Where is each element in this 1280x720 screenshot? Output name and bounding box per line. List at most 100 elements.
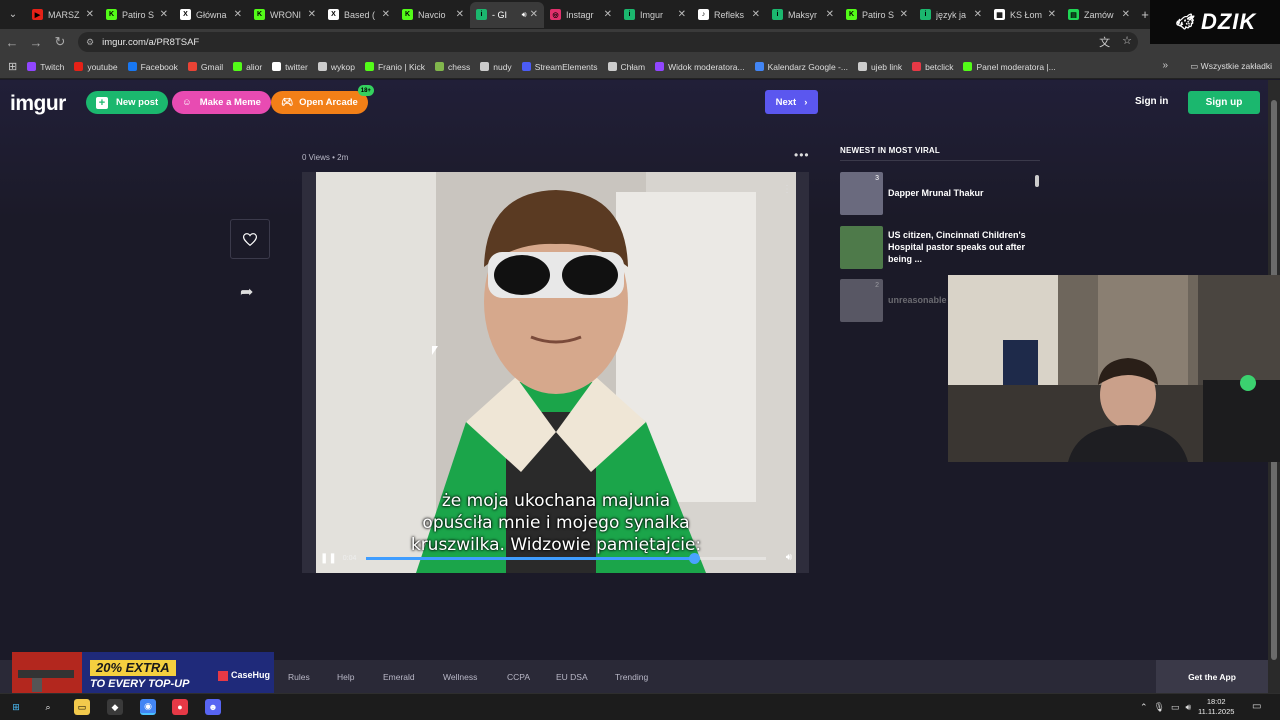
sign-up-button[interactable]: Sign up bbox=[1188, 91, 1260, 114]
bookmark-item[interactable]: Panel moderatora |... bbox=[963, 62, 1056, 72]
bookmark-item[interactable]: youtube bbox=[74, 62, 118, 72]
file-explorer-icon[interactable]: ▭ bbox=[74, 699, 90, 715]
tab-close-icon[interactable]: ✕ bbox=[826, 9, 834, 20]
browser-tab[interactable]: K Patiro S ✕ bbox=[840, 2, 914, 28]
forward-icon[interactable]: → bbox=[24, 35, 48, 50]
tab-search-chevron-icon[interactable]: ⌄ bbox=[0, 0, 26, 29]
network-icon[interactable]: ▭ bbox=[1171, 702, 1180, 713]
tab-close-icon[interactable]: ✕ bbox=[1048, 9, 1056, 20]
bookmark-star-icon[interactable]: ☆ bbox=[1122, 34, 1132, 50]
tab-close-icon[interactable]: ✕ bbox=[752, 9, 760, 20]
video-player[interactable]: ⋮ że moja ukochana majunia opuściła mnie… bbox=[316, 172, 796, 573]
back-icon[interactable]: ← bbox=[0, 35, 24, 50]
tab-close-icon[interactable]: ✕ bbox=[308, 9, 316, 20]
browser-tab[interactable]: K WRONI ✕ bbox=[248, 2, 322, 28]
bookmark-item[interactable]: Twitch bbox=[27, 62, 64, 72]
footer-link-trending[interactable]: Trending bbox=[615, 672, 648, 682]
app-icon[interactable]: ◆ bbox=[107, 699, 123, 715]
browser-tab[interactable]: K Navcio ✕ bbox=[396, 2, 470, 28]
bookmark-item[interactable]: alior bbox=[233, 62, 262, 72]
tab-close-icon[interactable]: ✕ bbox=[1122, 9, 1130, 20]
favorite-button[interactable] bbox=[230, 219, 270, 259]
bookmark-item[interactable]: ujeb link bbox=[857, 62, 902, 72]
pause-icon[interactable]: ❚❚ bbox=[320, 553, 337, 564]
more-bookmarks-chevron-icon[interactable]: » bbox=[1162, 60, 1168, 71]
tab-close-icon[interactable]: ✕ bbox=[456, 9, 464, 20]
casehug-ad-banner[interactable]: 20% EXTRA TO EVERY TOP-UP CaseHug bbox=[12, 652, 274, 698]
browser-tab[interactable]: K Patiro S ✕ bbox=[100, 2, 174, 28]
next-post-button[interactable]: Next › bbox=[765, 90, 818, 114]
obs-icon[interactable]: ● bbox=[172, 699, 188, 715]
make-meme-button[interactable]: ☺ Make a Meme bbox=[172, 91, 271, 114]
video-more-icon[interactable]: ⋮ bbox=[782, 184, 792, 195]
browser-tab[interactable]: i Maksyr ✕ bbox=[766, 2, 840, 28]
browser-tab[interactable]: ▶ MARSZ ✕ bbox=[26, 2, 100, 28]
bookmark-item[interactable]: Franio | Kick bbox=[364, 62, 425, 72]
tab-close-icon[interactable]: ✕ bbox=[678, 9, 686, 20]
plus-square-icon: + bbox=[96, 96, 108, 109]
bookmark-item[interactable]: wykop bbox=[317, 62, 355, 72]
tab-close-icon[interactable]: ✕ bbox=[974, 9, 982, 20]
tab-close-icon[interactable]: ✕ bbox=[234, 9, 242, 20]
all-bookmarks-folder[interactable]: ▭ Wszystkie zakładki bbox=[1190, 61, 1272, 72]
tab-close-icon[interactable]: ✕ bbox=[604, 9, 612, 20]
browser-tab[interactable]: i - GI 🔊︎ ✕ bbox=[470, 1, 544, 28]
bookmark-item[interactable]: Chłam bbox=[607, 62, 645, 72]
tab-close-icon[interactable]: ✕ bbox=[86, 9, 94, 20]
site-info-icon[interactable]: ⚙ bbox=[86, 37, 94, 48]
video-progress-bar[interactable] bbox=[366, 553, 766, 564]
sign-in-link[interactable]: Sign in bbox=[1135, 96, 1168, 107]
footer-link-emerald[interactable]: Emerald bbox=[383, 672, 415, 682]
bookmark-item[interactable]: Facebook bbox=[127, 62, 178, 72]
system-clock[interactable]: 18:02 11.11.2025 bbox=[1198, 697, 1234, 717]
footer-link-eu-dsa[interactable]: EU DSA bbox=[556, 672, 588, 682]
bookmark-item[interactable]: chess bbox=[435, 62, 470, 72]
volume-icon[interactable]: 🔊︎ bbox=[786, 552, 792, 563]
tab-close-icon[interactable]: ✕ bbox=[900, 9, 908, 20]
footer-link-rules[interactable]: Rules bbox=[288, 672, 310, 682]
browser-tab[interactable]: X Główna ✕ bbox=[174, 2, 248, 28]
browser-tab[interactable]: i język ja ✕ bbox=[914, 2, 988, 28]
discord-icon[interactable]: ☻ bbox=[205, 699, 221, 715]
bookmark-item[interactable]: Kalendarz Google -... bbox=[754, 62, 848, 72]
tab-close-icon[interactable]: ✕ bbox=[382, 9, 390, 20]
bookmark-item[interactable]: StreamElements bbox=[521, 62, 598, 72]
bookmark-item[interactable]: twitter bbox=[272, 62, 308, 72]
open-arcade-button[interactable]: 🎮︎ Open Arcade 18+ bbox=[271, 85, 374, 114]
browser-tab[interactable]: ▤ Zamów ✕ bbox=[1062, 2, 1136, 28]
translate-icon[interactable]: 文 bbox=[1099, 34, 1110, 50]
tab-audio-icon[interactable]: 🔊︎ bbox=[522, 10, 527, 20]
browser-tab[interactable]: i Imgur ✕ bbox=[618, 2, 692, 28]
tab-close-icon[interactable]: ✕ bbox=[160, 9, 168, 20]
more-options-icon[interactable]: ••• bbox=[794, 148, 810, 162]
footer-link-ccpa[interactable]: CCPA bbox=[507, 672, 530, 682]
speaker-icon[interactable]: 🔊︎ bbox=[1186, 702, 1192, 713]
tab-close-icon[interactable]: ✕ bbox=[530, 9, 538, 20]
notification-icon[interactable]: ▭ bbox=[1252, 701, 1261, 712]
address-bar[interactable]: ⚙ imgur.com/a/PR8TSAF bbox=[78, 32, 1138, 52]
browser-tab[interactable]: ▦ KS Łom ✕ bbox=[988, 2, 1062, 28]
browser-tab[interactable]: ◎ Instagr ✕ bbox=[544, 2, 618, 28]
search-icon[interactable]: ⌕ bbox=[40, 699, 56, 715]
new-post-button[interactable]: + New post bbox=[86, 91, 169, 114]
microphone-icon[interactable]: 🎙︎ bbox=[1154, 702, 1165, 713]
viral-post-item[interactable]: US citizen, Cincinnati Children's Hospit… bbox=[840, 226, 1040, 269]
bookmark-item[interactable]: betclick bbox=[912, 62, 953, 72]
bookmark-item[interactable]: nudy bbox=[480, 62, 512, 72]
browser-tab[interactable]: X Based (✕ bbox=[322, 2, 396, 28]
tray-chevron-icon[interactable]: ⌃ bbox=[1140, 702, 1148, 713]
apps-grid-icon[interactable]: ⊞ bbox=[8, 60, 17, 73]
reload-icon[interactable]: ↻ bbox=[48, 34, 72, 50]
bookmark-item[interactable]: Gmail bbox=[187, 62, 223, 72]
windows-start-icon[interactable]: ⊞ bbox=[8, 699, 24, 715]
viral-post-item[interactable]: 3 Dapper Mrunal Thakur bbox=[840, 172, 1040, 215]
footer-link-help[interactable]: Help bbox=[337, 672, 354, 682]
get-app-button[interactable]: Get the App bbox=[1156, 660, 1268, 693]
share-arrow-icon[interactable]: ➦ bbox=[240, 282, 253, 302]
imgur-logo[interactable]: imgur bbox=[10, 92, 66, 116]
bookmark-item[interactable]: Widok moderatora... bbox=[655, 62, 745, 72]
footer-link-wellness[interactable]: Wellness bbox=[443, 672, 477, 682]
chrome-icon[interactable]: ◉ bbox=[140, 699, 156, 715]
browser-tab[interactable]: ♪ Refleks ✕ bbox=[692, 2, 766, 28]
video-scrubber-handle[interactable] bbox=[689, 553, 700, 564]
